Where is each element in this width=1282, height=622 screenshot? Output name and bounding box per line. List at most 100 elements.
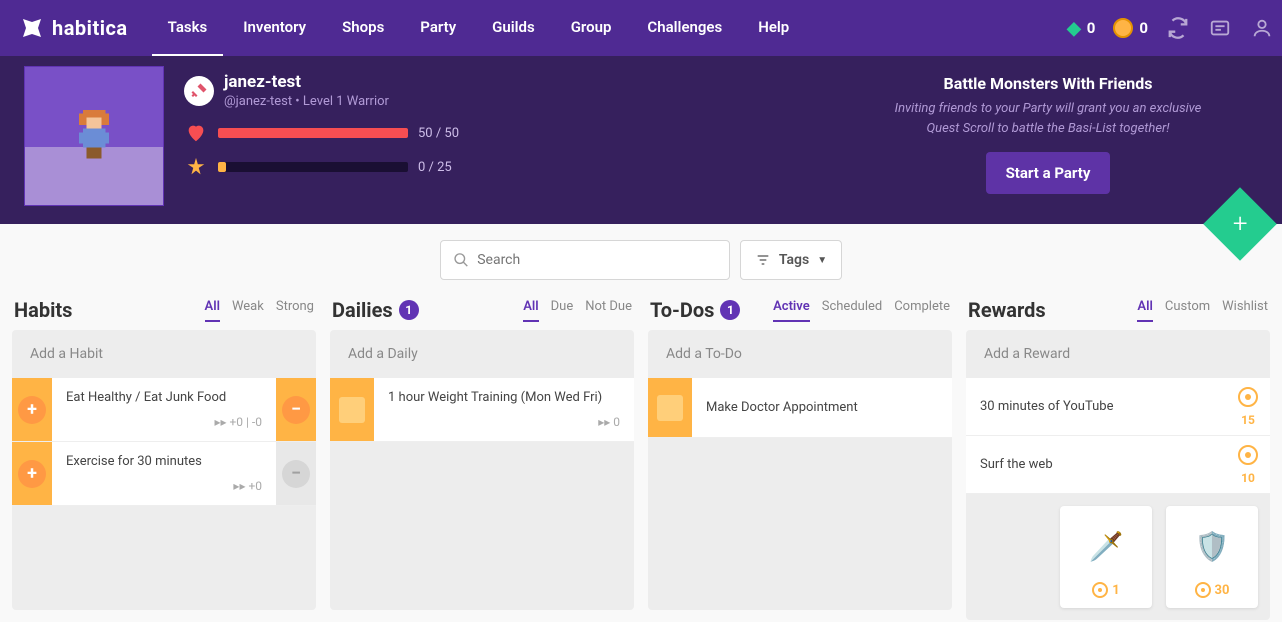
- habit-minus[interactable]: −: [276, 442, 316, 505]
- filter-all[interactable]: All: [205, 299, 220, 322]
- gold-count: 0: [1139, 19, 1148, 37]
- filter-custom[interactable]: Custom: [1165, 299, 1210, 322]
- filter-strong[interactable]: Strong: [276, 299, 314, 322]
- habit-plus[interactable]: +: [12, 442, 52, 505]
- party-cta: Battle Monsters With Friends Inviting fr…: [838, 66, 1258, 206]
- add-daily-input[interactable]: Add a Daily: [330, 330, 634, 378]
- nav-help[interactable]: Help: [742, 0, 805, 57]
- reward-text: Surf the web: [966, 445, 1226, 484]
- reward-cost[interactable]: 10: [1226, 437, 1270, 493]
- search-input[interactable]: [477, 252, 717, 268]
- habit-plus[interactable]: +: [12, 378, 52, 441]
- filter-weak[interactable]: Weak: [232, 299, 264, 322]
- daily-item[interactable]: 1 hour Weight Training (Mon Wed Fri) ▸▸ 0: [330, 378, 634, 442]
- stat-hp: 50 / 50: [184, 121, 459, 145]
- filter-icon: [755, 252, 771, 268]
- habit-item[interactable]: + Exercise for 30 minutes ▸▸ +0−: [12, 442, 316, 506]
- todos-title: To-Dos: [650, 298, 714, 322]
- nav-group[interactable]: Group: [555, 0, 628, 57]
- add-habit-input[interactable]: Add a Habit: [12, 330, 316, 378]
- col-dailies: Dailies 1 All Due Not Due Add a Daily 1 ho…: [330, 290, 634, 620]
- shop-cost: 30: [1215, 583, 1230, 598]
- habits-title: Habits: [14, 298, 72, 322]
- col-habits: Habits All Weak Strong Add a Habit + Eat He…: [12, 290, 316, 620]
- habit-meta: ▸▸ +0: [66, 479, 262, 493]
- nav-right: ◆ 0 0: [1067, 16, 1274, 40]
- nav-tasks[interactable]: Tasks: [152, 0, 224, 57]
- todo-text: Make Doctor Appointment: [706, 400, 938, 415]
- shop-item-armor[interactable]: 🛡️ 30: [1166, 506, 1258, 608]
- party-title: Battle Monsters With Friends: [838, 74, 1258, 93]
- filter-all[interactable]: All: [1137, 299, 1152, 322]
- star-icon: [184, 155, 208, 179]
- logo[interactable]: habitica: [20, 16, 128, 40]
- daily-text: 1 hour Weight Training (Mon Wed Fri): [388, 390, 620, 405]
- add-todo-input[interactable]: Add a To-Do: [648, 330, 952, 378]
- filter-due[interactable]: Due: [551, 299, 574, 322]
- daily-meta: ▸▸ 0: [388, 415, 620, 429]
- gold-icon: [1113, 18, 1133, 38]
- plus-icon: +: [1233, 209, 1248, 239]
- nav-guilds[interactable]: Guilds: [476, 0, 551, 57]
- user-icon[interactable]: [1250, 16, 1274, 40]
- task-columns: Habits All Weak Strong Add a Habit + Eat He…: [0, 288, 1282, 622]
- tags-button[interactable]: Tags ▼: [740, 240, 842, 280]
- currency-gold[interactable]: 0: [1113, 18, 1148, 38]
- filter-not-due[interactable]: Not Due: [585, 299, 632, 322]
- party-desc: Inviting friends to your Party will gran…: [838, 99, 1258, 138]
- habit-text: Eat Healthy / Eat Junk Food: [66, 390, 262, 405]
- gem-count: 0: [1087, 19, 1096, 37]
- avatar-box[interactable]: [24, 66, 164, 206]
- habit-minus[interactable]: −: [276, 378, 316, 441]
- nav-links: TasksInventoryShopsPartyGuildsGroupChall…: [152, 0, 806, 57]
- user-subtitle: @janez-test • Level 1 Warrior: [224, 94, 389, 109]
- user-area: janez-test @janez-test • Level 1 Warrior…: [184, 66, 459, 206]
- daily-check[interactable]: [330, 378, 374, 441]
- messages-icon[interactable]: [1208, 16, 1232, 40]
- stat-xp: 0 / 25: [184, 155, 459, 179]
- reward-item[interactable]: Surf the web10: [966, 436, 1270, 494]
- nav-challenges[interactable]: Challenges: [631, 0, 738, 57]
- coin-icon: [1238, 445, 1258, 465]
- filter-scheduled[interactable]: Scheduled: [822, 299, 882, 322]
- filter-wishlist[interactable]: Wishlist: [1222, 299, 1268, 322]
- heart-icon: [184, 121, 208, 145]
- coin-icon: [1195, 582, 1211, 598]
- armor-icon: 🛡️: [1166, 524, 1258, 568]
- todo-item[interactable]: Make Doctor Appointment: [648, 378, 952, 438]
- search-box[interactable]: [440, 240, 730, 280]
- nav-party[interactable]: Party: [404, 0, 472, 57]
- col-todos: To-Dos 1 Active Scheduled Complete Add a T…: [648, 290, 952, 620]
- sword-icon: [190, 82, 208, 100]
- filter-all[interactable]: All: [523, 299, 538, 322]
- top-nav: habitica TasksInventoryShopsPartyGuildsG…: [0, 0, 1282, 56]
- sync-icon[interactable]: [1166, 16, 1190, 40]
- habit-item[interactable]: +Eat Healthy / Eat Junk Food▸▸ +0 | -0−: [12, 378, 316, 442]
- currency-gems[interactable]: ◆ 0: [1067, 18, 1095, 39]
- coin-icon: [1238, 387, 1258, 407]
- gem-icon: ◆: [1067, 18, 1081, 39]
- reward-item[interactable]: 30 minutes of YouTube15: [966, 378, 1270, 436]
- chevron-down-icon: ▼: [817, 255, 827, 266]
- sword-icon: 🗡️: [1060, 524, 1152, 568]
- start-party-button[interactable]: Start a Party: [986, 152, 1111, 194]
- class-badge: [184, 76, 214, 106]
- shop-item-sword[interactable]: 🗡️1: [1060, 506, 1152, 608]
- search-icon: [453, 251, 469, 269]
- dailies-count: 1: [399, 300, 419, 320]
- avatar-sprite: [64, 106, 124, 166]
- tags-label: Tags: [779, 252, 809, 268]
- reward-cost[interactable]: 15: [1226, 379, 1270, 435]
- nav-shops[interactable]: Shops: [326, 0, 400, 57]
- todo-check[interactable]: [648, 378, 692, 437]
- hero: janez-test @janez-test • Level 1 Warrior…: [0, 56, 1282, 224]
- nav-inventory[interactable]: Inventory: [227, 0, 322, 57]
- add-reward-input[interactable]: Add a Reward: [966, 330, 1270, 378]
- filter-active[interactable]: Active: [773, 299, 810, 322]
- todos-count: 1: [720, 300, 740, 320]
- filter-complete[interactable]: Complete: [894, 299, 950, 322]
- habit-text: Exercise for 30 minutes: [66, 454, 262, 469]
- hp-text: 50 / 50: [418, 126, 459, 141]
- dailies-title: Dailies: [332, 298, 393, 322]
- gryphon-icon: [20, 16, 44, 40]
